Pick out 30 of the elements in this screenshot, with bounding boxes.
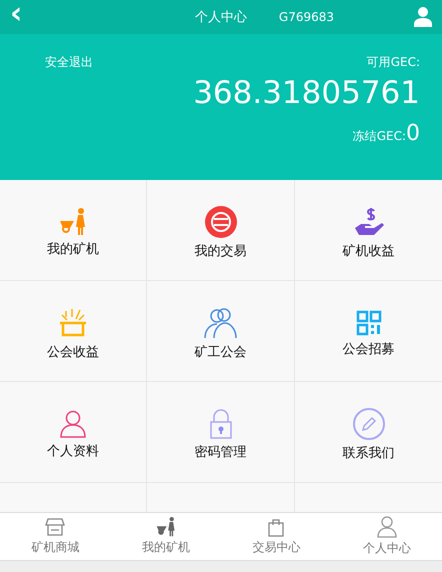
menu-tile[interactable]: 我的矿机 xyxy=(0,180,147,281)
person-icon xyxy=(376,516,397,538)
menu-tile[interactable]: 矿机收益 xyxy=(295,180,442,281)
person-icon xyxy=(59,410,87,438)
shop-icon xyxy=(45,517,66,537)
people-icon xyxy=(204,307,238,339)
wheelbarrow-worker-icon xyxy=(154,517,177,537)
exchange-circle-icon xyxy=(204,206,236,238)
page-title: 个人中心 xyxy=(195,9,247,26)
available-label: 可用GEC: xyxy=(366,54,420,71)
tab-bar-item[interactable]: 我的矿机 xyxy=(110,513,221,560)
gift-box-icon xyxy=(58,307,88,339)
wheelbarrow-worker-icon xyxy=(58,208,88,236)
qr-code-icon xyxy=(356,310,382,336)
frozen-value: 0 xyxy=(406,121,420,146)
user-icon[interactable] xyxy=(414,7,432,27)
lock-icon xyxy=(208,409,232,439)
available-value: 368.31805761 xyxy=(193,75,420,111)
tab-bar-item[interactable]: 个人中心 xyxy=(332,513,442,560)
tab-bar-item[interactable]: 交易中心 xyxy=(221,513,332,560)
account-id: G769683 xyxy=(278,10,334,24)
pencil-circle-icon xyxy=(352,408,384,440)
menu-tile[interactable]: 公会招募 xyxy=(295,281,442,382)
menu-tile[interactable]: 我的交易 xyxy=(147,180,295,281)
menu-tile[interactable]: 公会收益 xyxy=(0,281,147,382)
tab-bar-item[interactable]: 矿机商城 xyxy=(0,513,110,560)
frozen-label: 冻结GEC: xyxy=(352,128,406,145)
hand-money-icon xyxy=(352,206,384,238)
shopping-bag-icon xyxy=(268,517,284,537)
menu-tile[interactable]: 矿工公会 xyxy=(147,281,295,382)
